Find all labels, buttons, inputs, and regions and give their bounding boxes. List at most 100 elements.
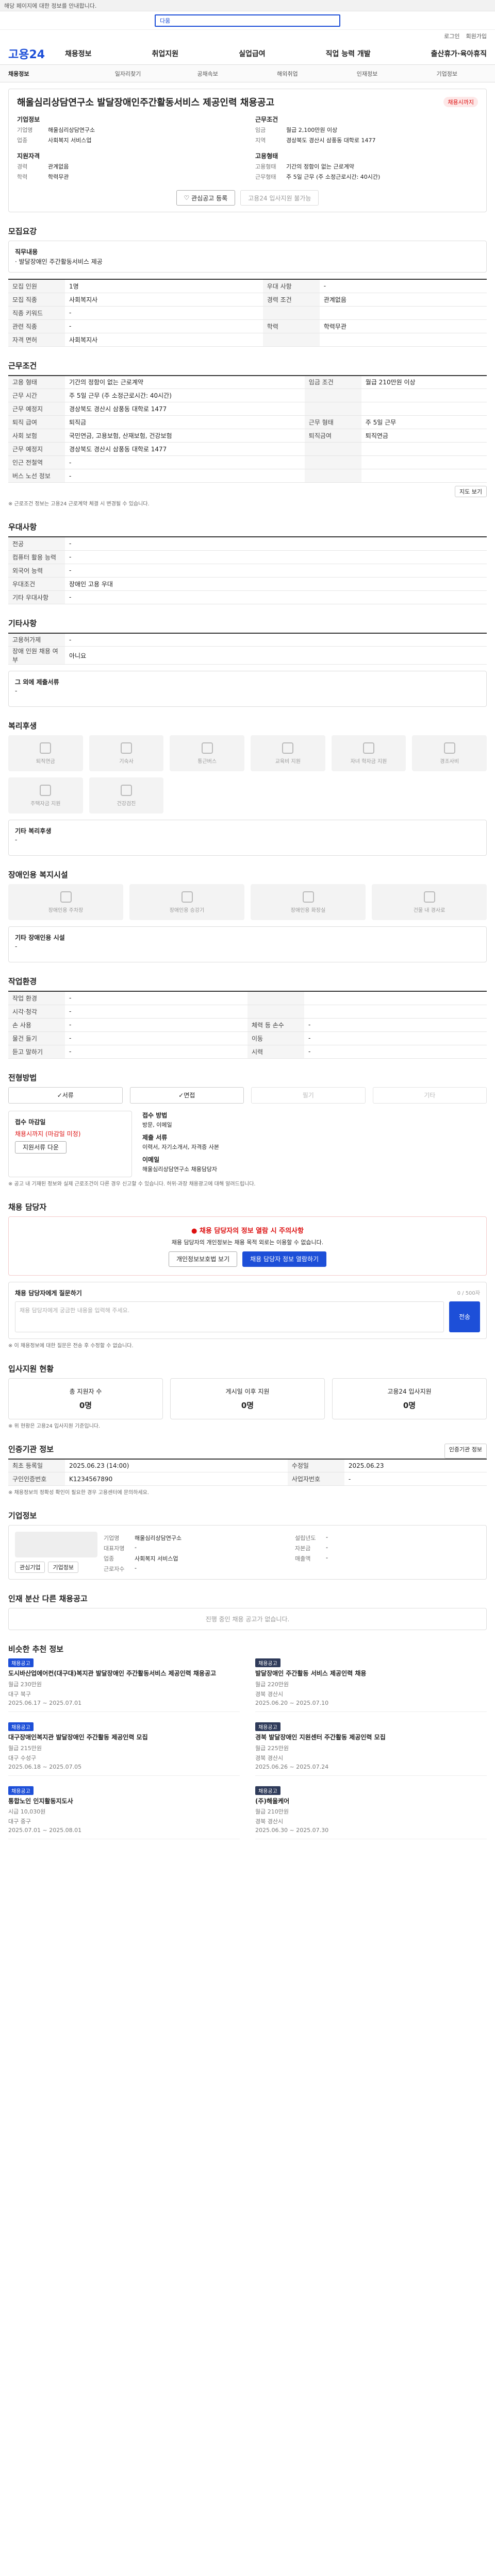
kv-key: 자본금 — [295, 1545, 311, 1552]
benefit-label: 장애인용 화장실 — [290, 907, 326, 913]
rec-item[interactable]: 채용공고 통합노인 인지활동지도사 시급 10,030원 대구 중구 2025.07.0… — [8, 1786, 240, 1840]
kv-value: - — [326, 1554, 328, 1561]
rec-tag: 채용공고 — [8, 1658, 34, 1667]
table-row: 근무 예정지 경상북도 경산시 삼풍동 대학로 1477 — [8, 402, 487, 416]
row-value: - — [65, 564, 487, 578]
row-key-2 — [248, 991, 304, 1005]
row-value-2: 주 5일 근무 — [361, 415, 487, 429]
gnb-item[interactable]: 직업 능력 개발 — [326, 48, 371, 59]
inst-button[interactable]: 인증기관 정보 — [444, 1443, 487, 1459]
method-row: ✓ 서류 ✓ 면접 필기 기타 — [8, 1087, 487, 1104]
question-textarea[interactable]: 채용 담당자에게 궁금한 내용을 입력해 주세요. — [15, 1301, 444, 1332]
section-title: 기업정보 — [8, 1511, 37, 1520]
util-row: 로그인 회원가입 — [0, 30, 495, 42]
row-key-2: 사업자번호 — [287, 1472, 344, 1486]
table-row: 장애 인원 채용 여부 아니요 — [8, 646, 487, 665]
login-link[interactable]: 로그인 — [444, 32, 459, 40]
section-title: 채용 담당자 — [8, 1202, 47, 1212]
section-title: 입사지원 현황 — [8, 1364, 54, 1374]
fav-company-button[interactable]: 관심기업 — [15, 1562, 45, 1573]
rec-name: 대구장애인복지관 발달장애인 주간활동 제공인력 모집 — [8, 1733, 148, 1741]
send-button[interactable]: 전송 — [449, 1301, 480, 1332]
subnav-item[interactable]: 공채속보 — [168, 70, 248, 78]
topbar: 해당 페이지에 대한 정보를 안내합니다. — [0, 0, 495, 11]
search-input[interactable]: 다움 — [155, 14, 340, 27]
benefit-item: 주택자금 지원 — [8, 777, 83, 814]
site-logo[interactable]: 고용24 — [8, 45, 65, 62]
view-contact-button[interactable]: 채용 담당자 정보 열람하기 — [242, 1251, 327, 1267]
alert-icon: ● — [191, 1227, 200, 1235]
box-title: 그 외에 제출서류 — [15, 679, 59, 686]
row-key: 근무 예정지 — [8, 402, 65, 416]
search-text: 다움 — [160, 17, 171, 24]
row-value-2 — [361, 442, 487, 456]
save-job-button[interactable]: ♡ 관심공고 등록 — [176, 190, 236, 206]
benefit-label: 퇴직연금 — [36, 758, 55, 765]
gnb-item[interactable]: 취업지원 — [152, 48, 179, 59]
row-value-2 — [361, 455, 487, 469]
row-key: 근무 시간 — [8, 388, 65, 402]
row-key: 듣고 말하기 — [8, 1045, 65, 1059]
pref-section: 우대사항 전공 - 컴퓨터 활용 능력 - 외국어 능력 - 우대조건 장애인 고용 우대 기타… — [8, 521, 487, 604]
subnav-item[interactable]: 해외취업 — [248, 70, 327, 78]
table-row: 인근 전철역 - — [8, 455, 487, 469]
rec-item[interactable]: 채용공고 (주)해울케어 월급 210만원 경북 경산시 2025.06.30 ~ 20… — [255, 1786, 487, 1840]
gnb-item[interactable]: 실업급여 — [239, 48, 266, 59]
stat-card: 게시일 이후 지원 0명 — [170, 1378, 325, 1419]
gnb-item[interactable]: 채용정보 — [65, 48, 92, 59]
stat-card: 총 지원자 수 0명 — [8, 1378, 163, 1419]
env-table: 작업 환경 - 시각·청각 - 손 사용 - 체력 등 손수 - 물건 들기 - 이동 - 듣고 말하기… — [8, 991, 487, 1059]
method-step: 기타 — [372, 1087, 487, 1104]
box-text: - — [15, 687, 18, 694]
apply-button[interactable]: 고용24 입사지원 불가능 — [240, 190, 319, 206]
apply-info-key: 이메일 — [142, 1156, 160, 1163]
section-title: 전형방법 — [8, 1073, 37, 1082]
company-info-button[interactable]: 기업정보 — [48, 1562, 78, 1573]
row-value-2: - — [304, 1031, 487, 1045]
row-key-2 — [304, 402, 361, 416]
subnav-item[interactable]: 일자리찾기 — [88, 70, 168, 78]
rec-date: 2025.06.17 ~ 2025.07.01 — [8, 1699, 82, 1706]
work-info-group: 근무조건 임금 월급 2,100만원 이상 지역 경상북도 경산시 삼풍동 대학로 … — [255, 115, 478, 144]
job-summary-card: 해울심리상담연구소 발달장애인주간활동서비스 제공인력 채용공고 채용시까지 기… — [8, 89, 487, 212]
subnav-item[interactable]: 인재정보 — [327, 70, 407, 78]
benefit-label: 건물 내 경사로 — [413, 907, 446, 913]
rec-date: 2025.06.30 ~ 2025.07.30 — [255, 1827, 329, 1834]
section-title: 비슷한 추천 정보 — [8, 1645, 64, 1654]
row-key-2 — [262, 333, 320, 347]
rec-pay: 시급 10,030원 — [8, 1808, 46, 1816]
row-key-2 — [304, 388, 361, 402]
method-label: 기타 — [424, 1092, 436, 1099]
box-title: 기타 장애인용 시설 — [15, 934, 65, 941]
rec-date: 2025.06.26 ~ 2025.07.24 — [255, 1763, 329, 1770]
map-button[interactable]: 지도 보기 — [455, 486, 487, 497]
rec-item[interactable]: 채용공고 도시바산업에어컨(대구대)복지관 발달장애인 주간활동서비스 제공인력 … — [8, 1658, 240, 1712]
gnb-item[interactable]: 출산휴가·육아휴직 — [431, 48, 487, 59]
table-row: 모집 직종 사회복지사 경력 조건 관계없음 — [8, 293, 487, 307]
apply-info-item: 이메일해울심리상담연구소 채용담당자 — [142, 1155, 487, 1173]
rec-date: 2025.06.18 ~ 2025.07.05 — [8, 1763, 82, 1770]
row-value: - — [65, 537, 487, 551]
row-key: 버스 노선 정보 — [8, 469, 65, 483]
rec-item[interactable]: 채용공고 대구장애인복지관 발달장애인 주간활동 제공인력 모집 월급 215만원 대… — [8, 1722, 240, 1776]
apply-info-value: 해울심리상담연구소 채용담당자 — [142, 1165, 218, 1173]
apply-method-info: 접수 방법 방문, 이메일 제출 서류 이력서, 자기소개서, 자격증 사본 이메일 해울… — [142, 1111, 487, 1177]
row-value-2: 관계없음 — [319, 293, 487, 307]
heart-icon: ♡ — [184, 194, 192, 201]
rec-tag: 채용공고 — [255, 1722, 280, 1731]
privacy-law-button[interactable]: 개인정보보호법 보기 — [168, 1251, 238, 1267]
rec-item[interactable]: 채용공고 발달장애인 주간활동 서비스 제공인력 채용 월급 220만원 경북 경산시… — [255, 1658, 487, 1712]
row-value-2: - — [344, 1472, 487, 1486]
row-key: 구인인증번호 — [8, 1472, 65, 1486]
subnav-item[interactable]: 채용정보 — [8, 70, 88, 78]
join-link[interactable]: 회원가입 — [466, 32, 487, 40]
rec-name: 통합노인 인지활동지도사 — [8, 1797, 73, 1805]
row-value-2: 학력무관 — [319, 319, 487, 333]
table-row: 최초 등록일 2025.06.23 (14:00) 수정일 2025.06.23 — [8, 1459, 487, 1472]
rec-pay: 월급 210만원 — [255, 1808, 289, 1816]
method-section: 전형방법 ✓ 서류 ✓ 면접 필기 기타 접수 마감일 채용시까지 (마감일 미정) … — [8, 1072, 487, 1188]
download-button[interactable]: 지원서류 다운 — [15, 1141, 67, 1154]
row-value-2: - — [304, 1045, 487, 1059]
subnav-item[interactable]: 기업정보 — [407, 70, 487, 78]
rec-item[interactable]: 채용공고 경북 발달장애인 지원센터 주간활동 제공인력 모집 월급 225만원 경북… — [255, 1722, 487, 1776]
